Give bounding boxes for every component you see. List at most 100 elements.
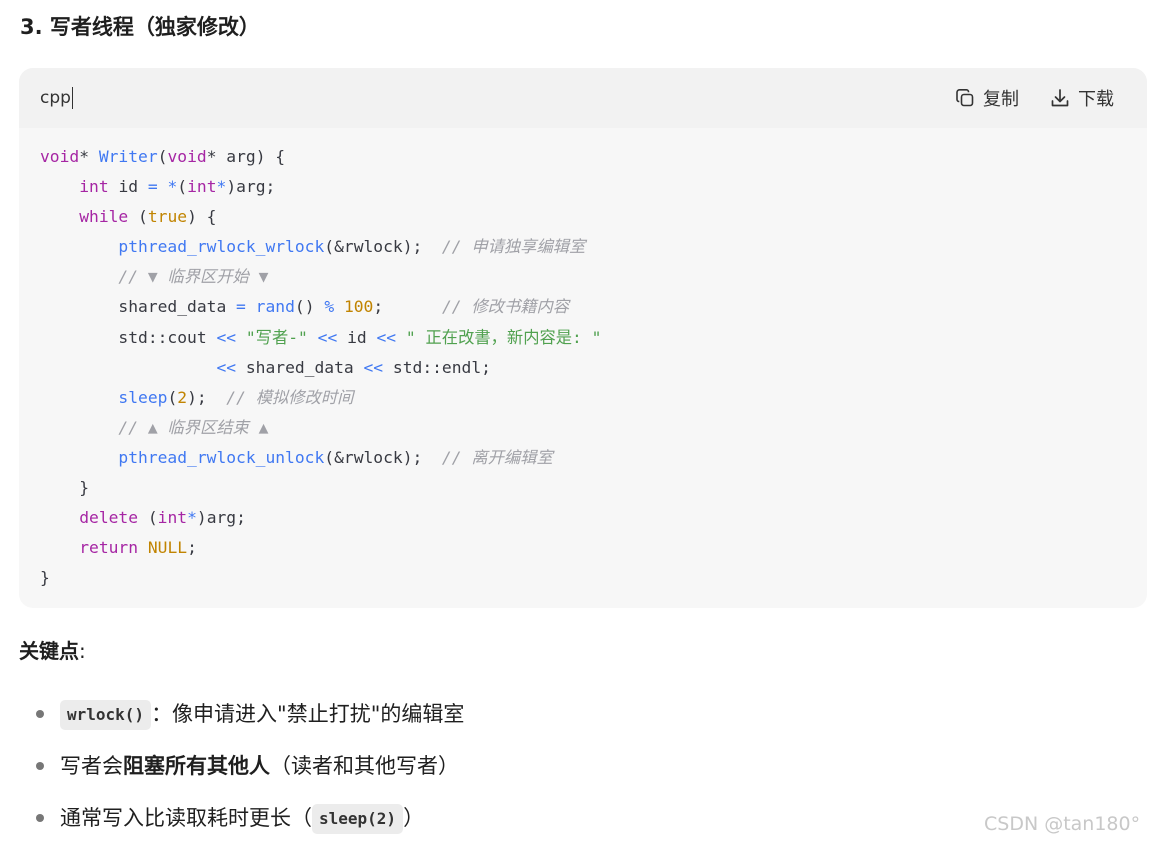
code-body: void* Writer(void* arg) { int id = *(int… bbox=[40, 142, 601, 593]
code-line: shared_data = rand() % 100; // 修改书籍内容 bbox=[40, 292, 601, 322]
code-token: delete bbox=[79, 508, 139, 528]
code-token: << bbox=[216, 327, 237, 347]
code-token: std::cout bbox=[40, 327, 217, 347]
code-token: * arg) { bbox=[206, 147, 286, 166]
code-token: Writer bbox=[98, 147, 158, 166]
code-token: int bbox=[157, 508, 188, 528]
code-token: std::endl; bbox=[383, 357, 491, 377]
code-line: // ▼ 临界区开始 ▼ bbox=[40, 262, 601, 292]
code-block: cpp 复制 下载 void* Writer(void* arg) { int … bbox=[19, 68, 1147, 608]
code-token: << bbox=[376, 327, 397, 347]
code-token: ( bbox=[157, 147, 168, 166]
code-line: pthread_rwlock_unlock(&rwlock); // 离开编辑室 bbox=[40, 443, 601, 473]
list-item-text: ） bbox=[403, 806, 425, 830]
code-token: ( bbox=[138, 508, 158, 528]
code-token: % bbox=[324, 297, 335, 317]
inline-code: wrlock() bbox=[60, 700, 152, 730]
code-line: std::cout << "写者-" << id << " 正在改書，新内容是:… bbox=[40, 323, 601, 353]
code-token: * bbox=[167, 177, 178, 197]
code-token: id bbox=[108, 177, 148, 197]
code-token: () bbox=[294, 297, 325, 317]
code-token: (&rwlock); bbox=[324, 447, 442, 467]
code-token: void bbox=[40, 147, 80, 166]
code-token: * bbox=[216, 177, 227, 197]
code-token: shared_data bbox=[40, 297, 237, 317]
bullet-icon bbox=[36, 710, 44, 718]
code-token: 100 bbox=[343, 297, 374, 317]
code-line: // ▲ 临界区结束 ▲ bbox=[40, 413, 601, 443]
code-token: 2 bbox=[177, 387, 188, 407]
code-token: while bbox=[79, 207, 129, 227]
code-token: )arg; bbox=[196, 508, 246, 528]
code-token: << bbox=[317, 327, 338, 347]
list-item-text: （读者和其他写者） bbox=[270, 754, 459, 778]
code-token: id bbox=[337, 327, 377, 347]
list-item: 通常写入比读取耗时更长（ sleep(2)） bbox=[36, 798, 464, 850]
code-line: return NULL; bbox=[40, 533, 601, 563]
code-line: << shared_data << std::endl; bbox=[40, 353, 601, 383]
code-token: pthread_rwlock_wrlock bbox=[118, 237, 325, 257]
code-token: ) { bbox=[187, 207, 217, 227]
code-token: "写者-" bbox=[245, 327, 308, 347]
code-token: )arg; bbox=[226, 177, 276, 197]
code-token: ); bbox=[187, 387, 227, 407]
inline-code: sleep(2) bbox=[312, 804, 404, 834]
code-token: // 修改书籍内容 bbox=[441, 297, 570, 317]
code-token: shared_data bbox=[236, 357, 364, 377]
keypoints-list: wrlock() ：像申请进入"禁止打扰"的编辑室 写者会阻塞所有其他人（读者和其… bbox=[36, 694, 464, 850]
code-token: NULL bbox=[147, 538, 188, 558]
code-token: // 申请独享编辑室 bbox=[441, 237, 586, 257]
code-token: " 正在改書，新内容是: " bbox=[405, 327, 602, 347]
code-token: // ▼ 临界区开始 ▼ bbox=[118, 267, 269, 287]
code-header: cpp 复制 下载 bbox=[19, 68, 1147, 128]
download-label: 下载 bbox=[1078, 89, 1114, 110]
code-line: } bbox=[40, 563, 601, 593]
code-token: } bbox=[40, 478, 90, 498]
code-token: int bbox=[187, 177, 217, 197]
code-token: return bbox=[79, 538, 139, 558]
code-token: } bbox=[40, 568, 50, 588]
copy-icon bbox=[956, 89, 974, 107]
list-item: 写者会阻塞所有其他人（读者和其他写者） bbox=[36, 746, 464, 798]
code-token: = bbox=[147, 177, 158, 197]
watermark: CSDN @tan180° bbox=[984, 813, 1141, 835]
code-token: pthread_rwlock_unlock bbox=[118, 447, 325, 467]
code-token: ; bbox=[373, 297, 442, 317]
code-token: sleep bbox=[118, 387, 168, 407]
code-line: delete (int*)arg; bbox=[40, 503, 601, 533]
code-token: rand bbox=[255, 297, 295, 317]
code-token: void bbox=[167, 147, 207, 166]
code-token: true bbox=[147, 207, 188, 227]
section-title: 3. 写者线程（独家修改） bbox=[20, 15, 260, 39]
code-token: << bbox=[363, 357, 384, 377]
code-token: ( bbox=[177, 177, 188, 197]
code-token: * bbox=[79, 147, 99, 166]
download-button[interactable]: 下载 bbox=[1050, 85, 1114, 111]
bullet-icon bbox=[36, 762, 44, 770]
code-line: pthread_rwlock_wrlock(&rwlock); // 申请独享编… bbox=[40, 232, 601, 262]
code-token: ( bbox=[128, 207, 148, 227]
code-line: void* Writer(void* arg) { bbox=[40, 142, 601, 172]
code-token: = bbox=[236, 297, 246, 317]
copy-button[interactable]: 复制 bbox=[955, 85, 1019, 111]
code-line: int id = *(int*)arg; bbox=[40, 172, 601, 202]
code-line: } bbox=[40, 473, 601, 503]
list-item-text: ：像申请进入"禁止打扰"的编辑室 bbox=[151, 702, 465, 726]
keypoints-label: 关键点: bbox=[19, 639, 86, 663]
code-line: while (true) { bbox=[40, 202, 601, 232]
code-token: // ▲ 临界区结束 ▲ bbox=[118, 417, 269, 437]
code-token: * bbox=[187, 508, 197, 528]
